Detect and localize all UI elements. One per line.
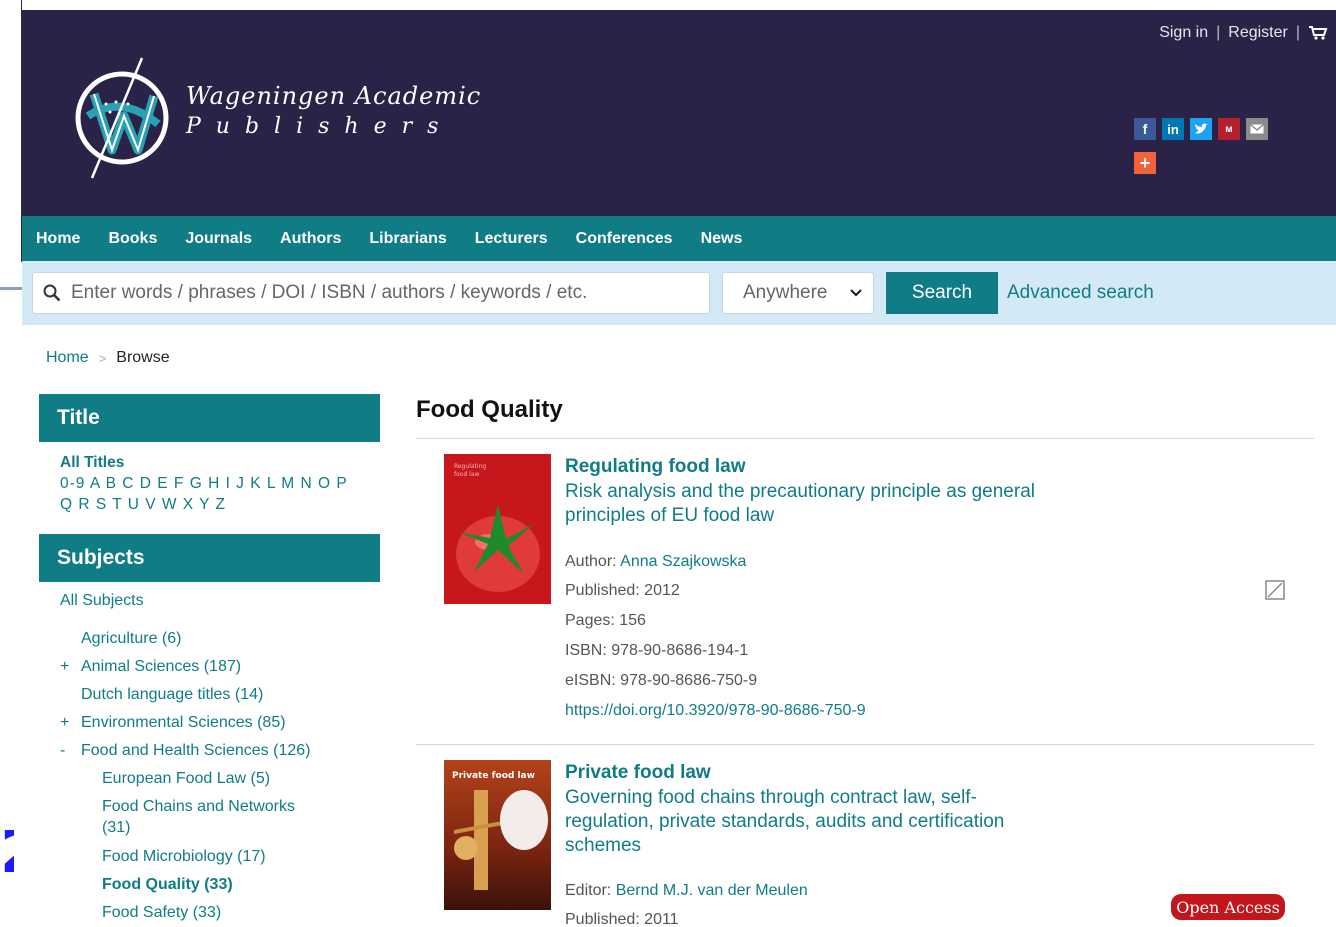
- subject-environmental-sciences[interactable]: + Environmental Sciences (85): [60, 714, 286, 732]
- advanced-search-link[interactable]: Advanced search: [1007, 282, 1154, 304]
- page-title: Food Quality: [416, 396, 563, 423]
- book-doi-link[interactable]: https://doi.org/10.3920/978-90-8686-750-…: [565, 702, 866, 720]
- book-isbn: ISBN: 978-90-8686-194-1: [565, 642, 749, 659]
- subject-food-quality[interactable]: Food Quality (33): [102, 876, 233, 894]
- addthis-plus-icon[interactable]: +: [1134, 152, 1156, 174]
- title-filter: All Titles 0-9 A B C D E F G H I J K L M…: [60, 452, 360, 515]
- access-status-icon: [1265, 580, 1285, 600]
- book-eisbn: eISBN: 978-90-8686-750-9: [565, 672, 758, 689]
- chevron-down-icon: [850, 289, 862, 297]
- brand-line-2: Publishers: [186, 114, 454, 139]
- subject-european-food-law[interactable]: European Food Law (5): [102, 770, 270, 788]
- all-titles-link[interactable]: All Titles: [60, 452, 360, 473]
- book-pages: Pages: 156: [565, 612, 646, 629]
- editor-label: Editor:: [565, 882, 616, 899]
- collapse-toggle[interactable]: -: [60, 742, 81, 760]
- facebook-icon[interactable]: f: [1134, 118, 1156, 140]
- subject-food-chains[interactable]: Food Chains and Networks: [102, 798, 295, 816]
- social-share-icons: f in ᴍ: [1134, 118, 1268, 140]
- all-subjects-link[interactable]: All Subjects: [60, 592, 144, 610]
- subject-animal-sciences[interactable]: + Animal Sciences (187): [60, 658, 241, 676]
- book-cover-regulating-food-law[interactable]: Regulating food law: [444, 454, 551, 604]
- book-published: Published: 2011: [565, 911, 679, 927]
- divider: [416, 744, 1314, 745]
- nav-books[interactable]: Books: [108, 230, 157, 248]
- subject-label: Food and Health Sciences (126): [81, 742, 311, 759]
- search-placeholder: Enter words / phrases / DOI / ISBN / aut…: [71, 282, 588, 303]
- register-link[interactable]: Register: [1228, 24, 1288, 42]
- nav-home[interactable]: Home: [36, 230, 80, 248]
- search-scope-value: Anywhere: [743, 282, 828, 303]
- subject-label: Environmental Sciences (85): [81, 714, 286, 731]
- page: 2 Sign in | Register | Wageningen Academ…: [0, 0, 1336, 927]
- breadcrumb-separator: >: [98, 350, 107, 366]
- search-scope-select[interactable]: Anywhere: [722, 272, 874, 314]
- subject-food-microbiology[interactable]: Food Microbiology (17): [102, 848, 266, 866]
- nav-lecturers[interactable]: Lecturers: [475, 230, 548, 248]
- wap-logo-icon[interactable]: [66, 54, 176, 182]
- svg-text:Regulating: Regulating: [454, 463, 486, 470]
- author-link[interactable]: Anna Szajkowska: [620, 553, 746, 570]
- addthis-row: +: [1134, 152, 1156, 174]
- nav-conferences[interactable]: Conferences: [576, 230, 673, 248]
- author-label: Author:: [565, 553, 621, 570]
- book-title[interactable]: Private food law: [565, 762, 711, 784]
- breadcrumb-home[interactable]: Home: [46, 349, 89, 367]
- letters-row-2[interactable]: Q R S T U V W X Y Z: [60, 494, 360, 515]
- breadcrumb: Home > Browse: [46, 349, 170, 367]
- svg-text:Private food law: Private food law: [452, 771, 535, 781]
- linkedin-icon[interactable]: in: [1162, 118, 1184, 140]
- book-subtitle[interactable]: Governing food chains through contract l…: [565, 786, 1045, 858]
- email-icon[interactable]: [1246, 118, 1268, 140]
- sign-in-link[interactable]: Sign in: [1159, 24, 1208, 42]
- breadcrumb-current: Browse: [116, 349, 170, 366]
- subject-dutch-language[interactable]: Dutch language titles (14): [60, 686, 263, 704]
- subject-food-chains-count[interactable]: (31): [102, 819, 130, 837]
- search-button[interactable]: Search: [886, 272, 998, 314]
- expand-toggle[interactable]: +: [60, 714, 81, 732]
- open-access-badge: Open Access: [1171, 894, 1285, 920]
- separator: |: [1216, 24, 1221, 41]
- title-heading: Title: [39, 394, 380, 442]
- subject-label: Animal Sciences (187): [81, 658, 242, 675]
- expand-toggle[interactable]: +: [60, 658, 81, 676]
- user-links: Sign in | Register |: [1159, 24, 1328, 42]
- nav-authors[interactable]: Authors: [280, 230, 341, 248]
- search-icon: [43, 284, 61, 302]
- subject-label: Agriculture (6): [81, 630, 182, 647]
- mendeley-icon[interactable]: ᴍ: [1218, 118, 1240, 140]
- main-nav: Home Books Journals Authors Librarians L…: [22, 216, 1336, 261]
- book-published: Published: 2012: [565, 582, 680, 599]
- brand-name[interactable]: Wageningen Academic Publishers: [186, 82, 481, 139]
- search-input[interactable]: Enter words / phrases / DOI / ISBN / aut…: [32, 272, 710, 314]
- nav-journals[interactable]: Journals: [185, 230, 252, 248]
- letters-row-1[interactable]: 0-9 A B C D E F G H I J K L M N O P: [60, 473, 360, 494]
- subject-label: Dutch language titles (14): [81, 686, 264, 703]
- subject-agriculture[interactable]: Agriculture (6): [60, 630, 181, 648]
- book-author: Author: Anna Szajkowska: [565, 553, 746, 571]
- divider: [416, 438, 1314, 439]
- brand-line-1: Wageningen Academic: [186, 82, 482, 110]
- subject-food-safety[interactable]: Food Safety (33): [102, 904, 221, 922]
- separator: |: [1295, 24, 1300, 41]
- cart-icon[interactable]: [1308, 25, 1328, 41]
- svg-text:food law: food law: [454, 471, 480, 478]
- book-cover-private-food-law[interactable]: Private food law: [444, 760, 551, 910]
- search-bar: Enter words / phrases / DOI / ISBN / aut…: [22, 261, 1336, 325]
- nav-librarians[interactable]: Librarians: [369, 230, 446, 248]
- book-subtitle[interactable]: Risk analysis and the precautionary prin…: [565, 480, 1045, 528]
- nav-news[interactable]: News: [701, 230, 743, 248]
- subjects-heading: Subjects: [39, 534, 380, 582]
- site-header: Sign in | Register | Wageningen Academic…: [22, 10, 1336, 216]
- background-text-fragment: 2: [0, 830, 14, 920]
- book-title[interactable]: Regulating food law: [565, 456, 746, 478]
- book-editor: Editor: Bernd M.J. van der Meulen: [565, 882, 808, 900]
- subject-food-health[interactable]: - Food and Health Sciences (126): [60, 742, 310, 760]
- top-whitespace: [0, 0, 1336, 10]
- twitter-icon[interactable]: [1190, 118, 1212, 140]
- editor-link[interactable]: Bernd M.J. van der Meulen: [616, 882, 808, 899]
